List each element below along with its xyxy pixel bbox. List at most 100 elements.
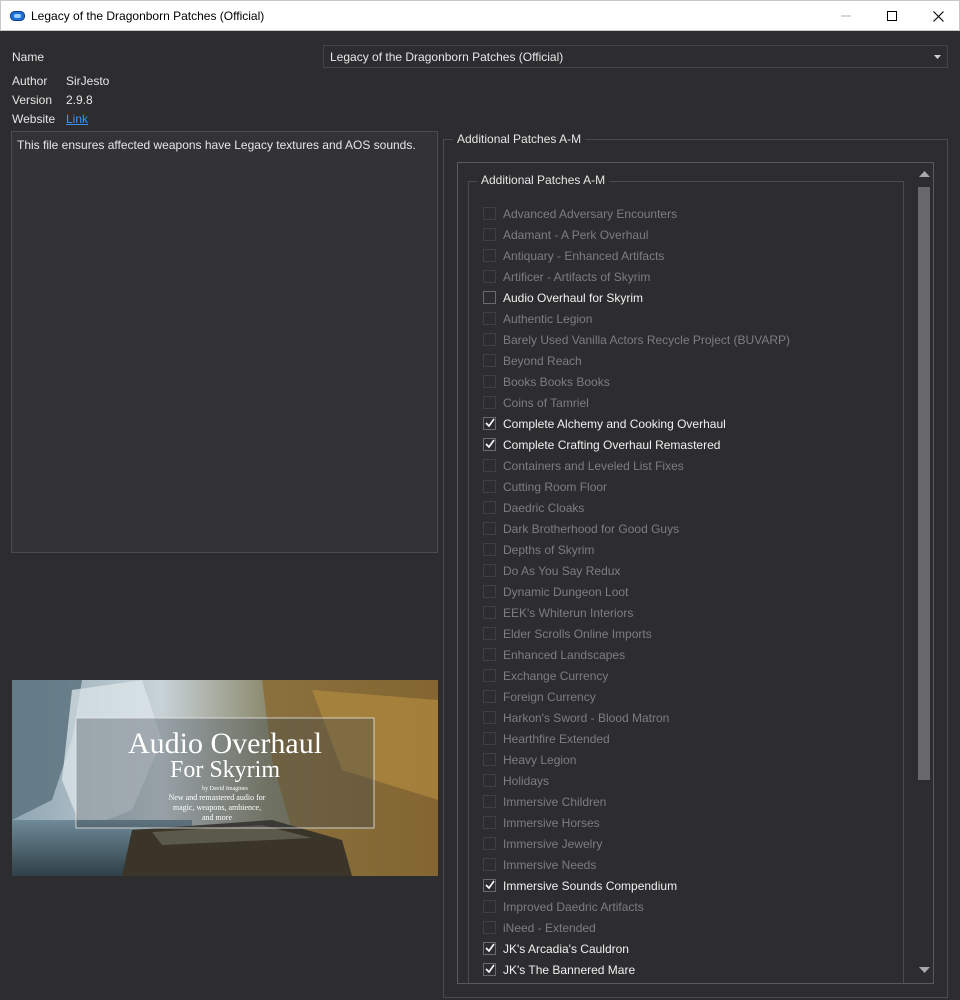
option-label: Beyond Reach xyxy=(503,353,582,368)
scrollbar-thumb[interactable] xyxy=(918,187,930,780)
option-item: Dark Brotherhood for Good Guys xyxy=(483,518,790,539)
chevron-down-icon xyxy=(934,55,941,59)
option-checkbox[interactable] xyxy=(483,291,496,304)
option-item: Immersive Horses xyxy=(483,812,790,833)
scroll-down-arrow-icon[interactable] xyxy=(919,967,930,973)
option-checkbox xyxy=(483,522,496,535)
option-item: Antiquary - Enhanced Artifacts xyxy=(483,245,790,266)
option-label: Foreign Currency xyxy=(503,689,596,704)
checkmark-icon xyxy=(485,439,495,449)
checkmark-icon xyxy=(485,418,495,428)
website-link[interactable]: Link xyxy=(66,112,88,126)
option-item: Containers and Leveled List Fixes xyxy=(483,455,790,476)
inner-options-group: Additional Patches A-M Advanced Adversar… xyxy=(468,173,904,983)
minimize-button[interactable] xyxy=(823,1,869,31)
option-checkbox[interactable] xyxy=(483,417,496,430)
groupbox-title: Additional Patches A-M xyxy=(453,132,586,146)
banner-tagline3: and more xyxy=(202,813,232,822)
name-combobox[interactable]: Legacy of the Dragonborn Patches (Offici… xyxy=(323,45,948,68)
option-item: Heavy Legion xyxy=(483,749,790,770)
option-item: Holidays xyxy=(483,770,790,791)
banner-artwork: Audio Overhaul For Skyrim by David Imagi… xyxy=(12,680,438,876)
option-item: Cutting Room Floor xyxy=(483,476,790,497)
option-label: Containers and Leveled List Fixes xyxy=(503,458,684,473)
option-label: Coins of Tamriel xyxy=(503,395,589,410)
option-item: Improved Daedric Artifacts xyxy=(483,896,790,917)
option-item: Advanced Adversary Encounters xyxy=(483,203,790,224)
option-item[interactable]: JK's Arcadia's Cauldron xyxy=(483,938,790,959)
option-label: Advanced Adversary Encounters xyxy=(503,206,678,221)
option-label: Immersive Needs xyxy=(503,857,597,872)
option-checkbox xyxy=(483,900,496,913)
author-label: Author xyxy=(12,74,48,88)
option-checkbox xyxy=(483,690,496,703)
option-checkbox xyxy=(483,480,496,493)
option-item: Dynamic Dungeon Loot xyxy=(483,581,790,602)
name-label: Name xyxy=(12,50,45,64)
option-label: Audio Overhaul for Skyrim xyxy=(503,290,644,305)
option-checkbox xyxy=(483,837,496,850)
option-label: Artificer - Artifacts of Skyrim xyxy=(503,269,651,284)
option-label: JK's The Bannered Mare xyxy=(503,962,636,977)
option-label: Authentic Legion xyxy=(503,311,593,326)
option-checkbox[interactable] xyxy=(483,942,496,955)
option-checkbox xyxy=(483,249,496,262)
option-checkbox xyxy=(483,459,496,472)
option-item[interactable]: Audio Overhaul for Skyrim xyxy=(483,287,790,308)
option-checkbox xyxy=(483,669,496,682)
options-scroll-panel[interactable]: Additional Patches A-M Advanced Adversar… xyxy=(457,162,934,984)
option-label: Adamant - A Perk Overhaul xyxy=(503,227,649,242)
option-item: Authentic Legion xyxy=(483,308,790,329)
banner-tagline2: magic, weapons, ambience, xyxy=(173,803,261,812)
option-label: Depths of Skyrim xyxy=(503,542,595,557)
option-checkbox xyxy=(483,648,496,661)
option-checkbox[interactable] xyxy=(483,438,496,451)
banner-byline: by David Imagines xyxy=(202,786,248,792)
option-checkbox xyxy=(483,207,496,220)
checkmark-icon xyxy=(485,943,495,953)
option-checkbox xyxy=(483,354,496,367)
option-label: iNeed - Extended xyxy=(503,920,596,935)
option-label: Immersive Children xyxy=(503,794,607,809)
option-label: Do As You Say Redux xyxy=(503,563,621,578)
option-item: Barely Used Vanilla Actors Recycle Proje… xyxy=(483,329,790,350)
option-item: Daedric Cloaks xyxy=(483,497,790,518)
option-label: Exchange Currency xyxy=(503,668,609,683)
option-checkbox xyxy=(483,753,496,766)
description-text: This file ensures affected weapons have … xyxy=(17,138,416,152)
option-checkbox xyxy=(483,375,496,388)
option-item: Immersive Children xyxy=(483,791,790,812)
vertical-scrollbar[interactable] xyxy=(916,163,933,983)
option-item[interactable]: Complete Crafting Overhaul Remastered xyxy=(483,434,790,455)
option-item[interactable]: Complete Alchemy and Cooking Overhaul xyxy=(483,413,790,434)
option-checkbox xyxy=(483,795,496,808)
option-checkbox xyxy=(483,270,496,283)
close-icon xyxy=(932,10,944,22)
scroll-up-arrow-icon[interactable] xyxy=(919,171,930,177)
option-label: Hearthfire Extended xyxy=(503,731,610,746)
option-label: Dark Brotherhood for Good Guys xyxy=(503,521,680,536)
option-label: Dynamic Dungeon Loot xyxy=(503,584,629,599)
mod-banner-image: Audio Overhaul For Skyrim by David Imagi… xyxy=(12,680,438,876)
option-checkbox xyxy=(483,543,496,556)
option-item[interactable]: JK's The Bannered Mare xyxy=(483,959,790,980)
option-checkbox xyxy=(483,585,496,598)
option-item: Beyond Reach xyxy=(483,350,790,371)
option-checkbox xyxy=(483,333,496,346)
option-item: Hearthfire Extended xyxy=(483,728,790,749)
option-item: Depths of Skyrim xyxy=(483,539,790,560)
option-label: Complete Alchemy and Cooking Overhaul xyxy=(503,416,726,431)
options-list: Advanced Adversary Encounters Adamant - A… xyxy=(483,203,790,980)
option-item: Enhanced Landscapes xyxy=(483,644,790,665)
option-label: Holidays xyxy=(503,773,550,788)
maximize-button[interactable] xyxy=(869,1,915,31)
option-checkbox[interactable] xyxy=(483,963,496,976)
close-button[interactable] xyxy=(915,1,960,31)
option-item[interactable]: Immersive Sounds Compendium xyxy=(483,875,790,896)
option-checkbox[interactable] xyxy=(483,879,496,892)
option-item: Foreign Currency xyxy=(483,686,790,707)
option-checkbox xyxy=(483,396,496,409)
title-bar: Legacy of the Dragonborn Patches (Offici… xyxy=(0,0,960,31)
version-label: Version xyxy=(12,93,53,107)
description-box[interactable]: This file ensures affected weapons have … xyxy=(11,131,438,553)
